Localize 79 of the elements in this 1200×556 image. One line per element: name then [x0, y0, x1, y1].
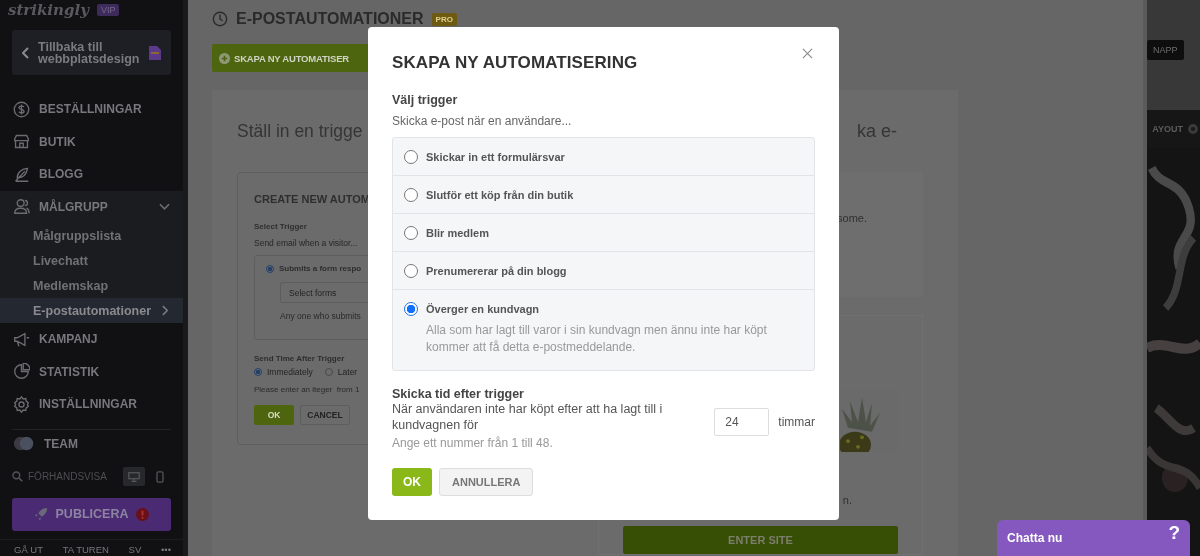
- field-hint: Ange ett nummer från 1 till 48.: [392, 436, 554, 450]
- radio-button[interactable]: [404, 264, 418, 278]
- phone-icon: [154, 470, 166, 483]
- field-label: Välj trigger: [392, 93, 459, 107]
- radio-label: Later: [337, 367, 358, 377]
- rocket-icon: [33, 507, 48, 521]
- feather-icon: [13, 165, 30, 183]
- trigger-option[interactable]: Slutför ett köp från din butik: [393, 175, 814, 213]
- nav-item[interactable]: BESTÄLLNINGAR: [0, 93, 183, 126]
- radio-button[interactable]: [254, 368, 262, 376]
- sub-nav-item[interactable]: Medlemskap: [0, 273, 183, 298]
- cancel-button[interactable]: ANNULLERA: [439, 468, 534, 496]
- nav-item[interactable]: MÅLGRUPP: [0, 190, 183, 223]
- footer-link[interactable]: SV: [128, 544, 142, 556]
- option-description: Alla som har lagt till varor i sin kundvagn men ännu inte har köpt kommer att få detta e-postmeddelande.: [426, 322, 768, 356]
- monitor-icon: [128, 470, 140, 483]
- document-icon: [149, 45, 161, 60]
- avatars-icon: [13, 435, 35, 452]
- people-icon: [13, 198, 30, 216]
- ok-button[interactable]: OK: [392, 468, 432, 496]
- preview-label: FÖRHANDSVISA: [28, 471, 108, 482]
- clock-icon: [212, 11, 228, 27]
- field-hint: Send email when a visitor...: [254, 238, 358, 248]
- alert-icon: [136, 507, 150, 521]
- chevron-left-icon: [22, 46, 30, 59]
- field-label: Send Time After Trigger: [254, 354, 345, 363]
- plus-icon: [219, 52, 230, 64]
- page-title: E-POSTAUTOMATIONER: [236, 10, 424, 28]
- store-icon: [13, 133, 30, 151]
- pie-icon: [13, 363, 30, 381]
- dollar-icon: [13, 100, 30, 118]
- ok-button[interactable]: OK: [254, 405, 294, 425]
- hours-input[interactable]: 24: [714, 408, 770, 436]
- chat-button[interactable]: Chatta nu ?: [997, 520, 1190, 556]
- nav-item[interactable]: STATISTIK: [0, 355, 183, 388]
- field-description: När användaren inte har köpt efter att ha lagt till i kundvagnen för: [392, 401, 664, 433]
- radio-label: Immediately: [267, 367, 313, 377]
- trigger-option[interactable]: Prenumererar på din blogg: [393, 251, 814, 289]
- close-icon[interactable]: [802, 48, 813, 59]
- preview-text: n.: [842, 493, 852, 506]
- nav-item[interactable]: KAMPANJ: [0, 323, 183, 356]
- sub-nav-item[interactable]: Livechatt: [0, 248, 183, 273]
- nav-item[interactable]: BLOGG: [0, 158, 183, 191]
- desktop-toggle[interactable]: [123, 467, 145, 486]
- field-hint: Skicka e-post när en användare...: [392, 114, 573, 128]
- field-label: Select Trigger: [254, 222, 307, 231]
- pro-badge: PRO: [431, 12, 457, 26]
- radio-button[interactable]: [404, 226, 418, 240]
- footer-link[interactable]: TA TUREN: [62, 544, 109, 556]
- publish-button[interactable]: PUBLICERA: [12, 497, 171, 531]
- layout-button[interactable]: AYOUT: [1152, 124, 1183, 134]
- logo: strikingly: [8, 2, 89, 18]
- back-button[interactable]: Tillbaka till webbplatsdesign: [12, 30, 171, 75]
- sub-nav-item[interactable]: E-postautomationer: [0, 298, 183, 323]
- megaphone-icon: [13, 330, 30, 348]
- team-item[interactable]: TEAM: [0, 429, 183, 458]
- nav-item[interactable]: BUTIK: [0, 125, 183, 158]
- dialog-title: SKAPA NY AUTOMATISERING: [392, 53, 638, 73]
- trigger-option[interactable]: Blir medlem: [393, 213, 814, 251]
- radio-button[interactable]: [266, 264, 274, 273]
- trigger-option[interactable]: Skickar in ett formulärsvar: [393, 138, 814, 175]
- help-icon: ?: [1168, 522, 1180, 544]
- option-label: Submits a form respo: [279, 264, 362, 273]
- gear-icon: [13, 395, 30, 413]
- enter-site-button[interactable]: ENTER SITE: [623, 525, 898, 554]
- search-icon: [12, 471, 23, 482]
- radio-button[interactable]: [404, 188, 418, 202]
- site-button[interactable]: NAPP: [1147, 40, 1184, 60]
- chevron-right-icon: [162, 305, 169, 316]
- footer-link[interactable]: •••: [161, 544, 171, 556]
- unit-label: timmar: [778, 415, 815, 429]
- radio-button[interactable]: [404, 150, 418, 164]
- radio-button[interactable]: [404, 302, 418, 316]
- footer-link[interactable]: GÅ UT: [14, 544, 44, 556]
- cancel-button[interactable]: CANCEL: [300, 405, 350, 425]
- sub-nav-item[interactable]: Målgruppslista: [0, 223, 183, 248]
- nav-item[interactable]: INSTÄLLNINGAR: [0, 388, 183, 421]
- field-label: Skicka tid efter trigger: [392, 387, 525, 401]
- trigger-option[interactable]: Överger en kundvagn Alla som har lagt till varor i sin kundvagn men ännu inte har köpt kommer att få detta e-postmeddelande.: [393, 289, 814, 370]
